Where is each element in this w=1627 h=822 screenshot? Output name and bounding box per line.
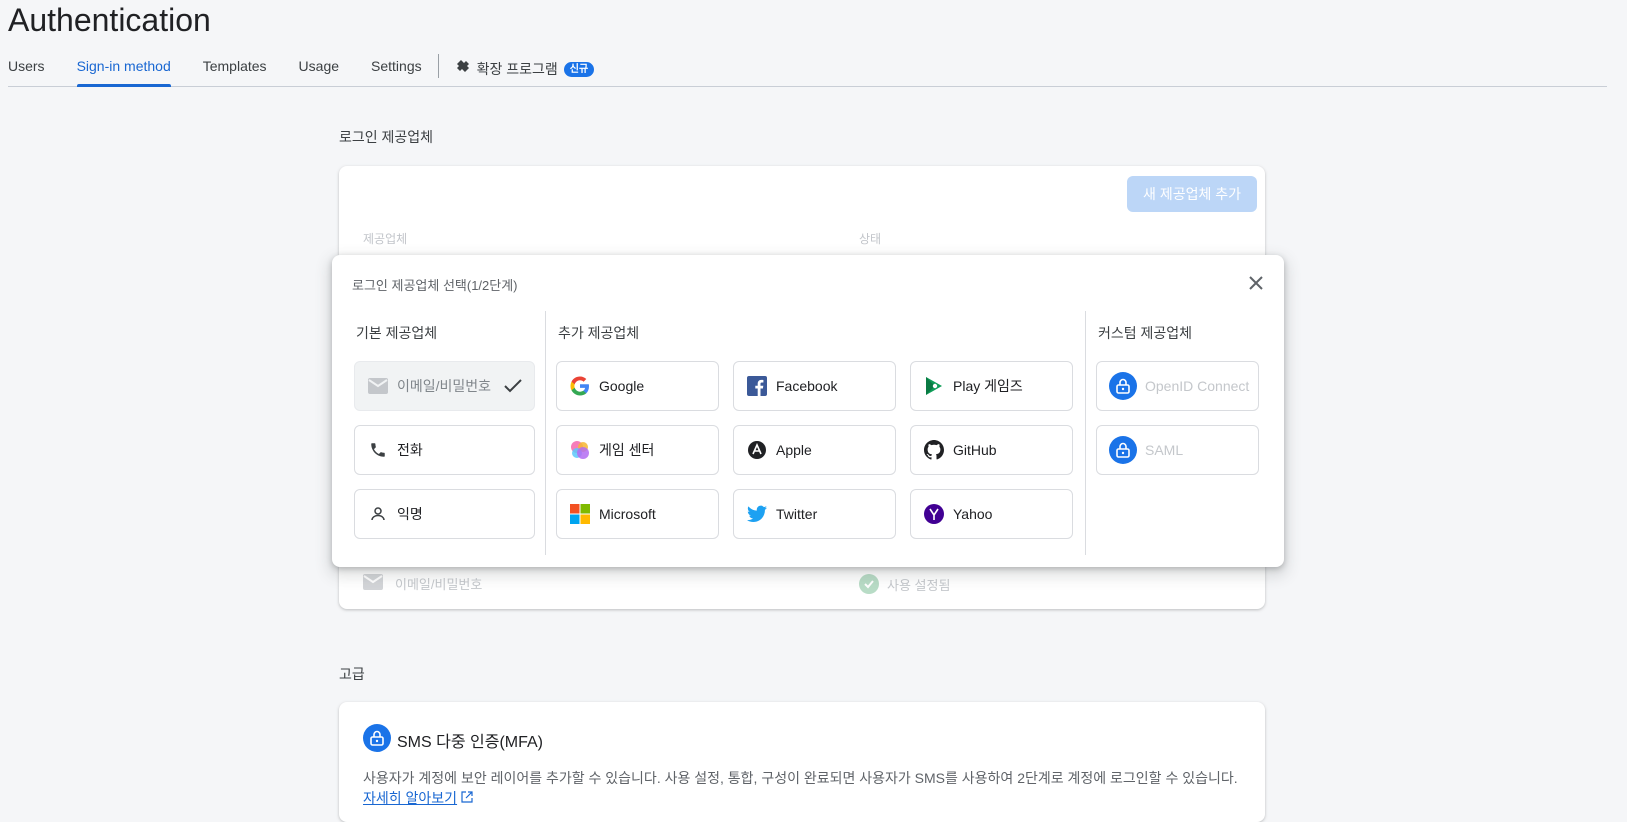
provider-label: 익명 bbox=[397, 506, 423, 522]
provider-label: 게임 센터 bbox=[599, 442, 655, 458]
provider-label: Apple bbox=[776, 442, 812, 458]
provider-label: GitHub bbox=[953, 442, 997, 458]
select-provider-dialog: 로그인 제공업체 선택(1/2단계) 기본 제공업체 추가 제공업체 커스텀 제… bbox=[332, 255, 1284, 567]
provider-anonymous[interactable]: 익명 bbox=[354, 489, 535, 539]
provider-label: Google bbox=[599, 378, 645, 394]
provider-row[interactable]: 이메일/비밀번호 bbox=[363, 574, 482, 593]
provider-label: 이메일/비밀번호 bbox=[397, 378, 492, 394]
check-circle-icon bbox=[859, 574, 879, 594]
tab-usage[interactable]: Usage bbox=[299, 52, 339, 86]
group-divider bbox=[1085, 311, 1086, 555]
lock-icon bbox=[1109, 436, 1137, 464]
provider-game-center[interactable]: 게임 센터 bbox=[556, 425, 719, 475]
game-center-icon bbox=[569, 439, 591, 461]
provider-saml[interactable]: SAML bbox=[1096, 425, 1259, 475]
close-icon[interactable] bbox=[1244, 271, 1268, 295]
google-icon bbox=[569, 375, 591, 397]
dialog-title: 로그인 제공업체 선택(1/2단계) bbox=[352, 278, 518, 293]
provider-phone[interactable]: 전화 bbox=[354, 425, 535, 475]
provider-row-label: 이메일/비밀번호 bbox=[395, 577, 483, 592]
mfa-title: SMS 다중 인증(MFA) bbox=[397, 734, 543, 751]
external-link-icon bbox=[461, 790, 473, 806]
person-icon bbox=[367, 503, 389, 525]
provider-label: 전화 bbox=[397, 442, 423, 458]
microsoft-icon bbox=[569, 503, 591, 525]
advanced-section-label: 고급 bbox=[339, 666, 365, 682]
new-badge: 신규 bbox=[563, 61, 595, 77]
tab-sign-in-method[interactable]: Sign-in method bbox=[76, 52, 171, 87]
provider-label: Twitter bbox=[776, 506, 818, 522]
page-title: Authentication bbox=[8, 2, 211, 38]
provider-label: SAML bbox=[1145, 442, 1184, 458]
provider-github[interactable]: GitHub bbox=[910, 425, 1073, 475]
provider-twitter[interactable]: Twitter bbox=[733, 489, 896, 539]
mfa-description-text: 사용자가 계정에 보안 레이어를 추가할 수 있습니다. 사용 설정, 통합, … bbox=[363, 770, 1238, 786]
tab-extensions-label: 확장 프로그램 bbox=[476, 61, 558, 77]
providers-section-label: 로그인 제공업체 bbox=[339, 129, 434, 145]
mfa-description: 사용자가 계정에 보안 레이어를 추가할 수 있습니다. 사용 설정, 통합, … bbox=[363, 768, 1241, 808]
provider-label: Play 게임즈 bbox=[953, 378, 1023, 394]
provider-status-label: 사용 설정됨 bbox=[887, 577, 951, 593]
extension-icon bbox=[455, 55, 471, 83]
play-games-icon bbox=[923, 375, 945, 397]
tab-users[interactable]: Users bbox=[8, 52, 45, 86]
twitter-icon bbox=[746, 503, 768, 525]
github-icon bbox=[923, 439, 945, 461]
learn-more-link[interactable]: 자세히 알아보기 bbox=[363, 790, 457, 806]
tab-extensions[interactable]: 확장 프로그램 신규 bbox=[455, 52, 595, 86]
provider-microsoft[interactable]: Microsoft bbox=[556, 489, 719, 539]
provider-label: Microsoft bbox=[599, 506, 656, 522]
provider-openid-connect[interactable]: OpenID Connect bbox=[1096, 361, 1259, 411]
group-divider bbox=[545, 311, 546, 555]
provider-status: 사용 설정됨 bbox=[859, 574, 950, 594]
tab-divider bbox=[437, 54, 439, 78]
mail-icon bbox=[363, 574, 383, 593]
check-icon bbox=[504, 379, 522, 393]
provider-facebook[interactable]: Facebook bbox=[733, 361, 896, 411]
col-status: 상태 bbox=[859, 232, 882, 246]
additional-providers-title: 추가 제공업체 bbox=[558, 325, 640, 341]
provider-google[interactable]: Google bbox=[556, 361, 719, 411]
provider-label: Yahoo bbox=[953, 506, 993, 522]
lock-icon bbox=[363, 724, 391, 752]
yahoo-icon bbox=[923, 503, 945, 525]
phone-icon bbox=[367, 439, 389, 461]
tab-bar: Users Sign-in method Templates Usage Set… bbox=[8, 52, 1607, 87]
mail-icon bbox=[367, 375, 389, 397]
apple-icon bbox=[746, 439, 768, 461]
add-provider-button[interactable]: 새 제공업체 추가 bbox=[1127, 176, 1257, 212]
provider-play-games[interactable]: Play 게임즈 bbox=[910, 361, 1073, 411]
basic-providers-title: 기본 제공업체 bbox=[356, 325, 438, 341]
tab-templates[interactable]: Templates bbox=[203, 52, 267, 86]
lock-icon bbox=[1109, 372, 1137, 400]
provider-apple[interactable]: Apple bbox=[733, 425, 896, 475]
provider-label: Facebook bbox=[776, 378, 838, 394]
provider-yahoo[interactable]: Yahoo bbox=[910, 489, 1073, 539]
provider-email-password[interactable]: 이메일/비밀번호 bbox=[354, 361, 535, 411]
mfa-card: SMS 다중 인증(MFA) 사용자가 계정에 보안 레이어를 추가할 수 있습… bbox=[339, 702, 1265, 822]
provider-label: OpenID Connect bbox=[1145, 378, 1250, 394]
custom-providers-title: 커스텀 제공업체 bbox=[1098, 325, 1193, 341]
col-provider: 제공업체 bbox=[363, 232, 408, 246]
tab-settings[interactable]: Settings bbox=[371, 52, 422, 86]
facebook-icon bbox=[746, 375, 768, 397]
